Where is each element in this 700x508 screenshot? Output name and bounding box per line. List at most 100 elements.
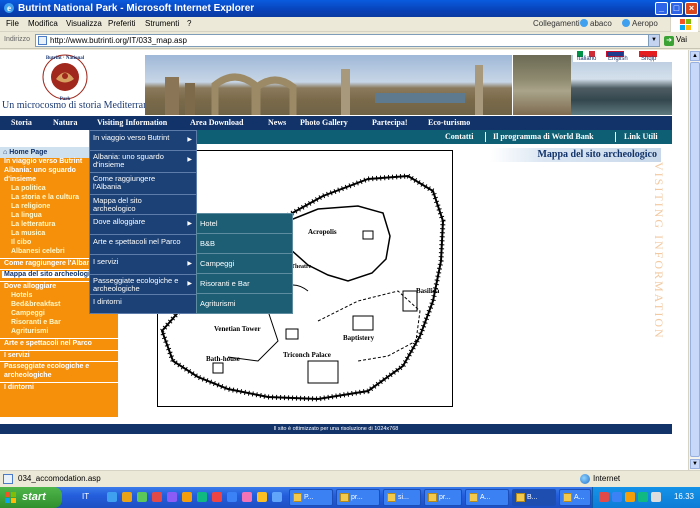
vertical-scrollbar[interactable]: ▲ ▼ bbox=[688, 50, 700, 470]
lang-english[interactable]: English bbox=[608, 56, 628, 62]
left-menu-item[interactable]: Risoranti e Bar bbox=[11, 319, 61, 326]
left-menu-item[interactable]: La lingua bbox=[11, 212, 42, 219]
dropdown-item[interactable]: Arte e spettacoli nel Parco bbox=[90, 235, 196, 255]
quicklaunch-app-icon[interactable] bbox=[227, 492, 237, 502]
left-menu-item[interactable]: La storia e la cultura bbox=[11, 194, 79, 201]
quicklaunch-app-icon[interactable] bbox=[152, 492, 162, 502]
left-menu-item[interactable]: archeologiche bbox=[4, 372, 51, 379]
left-menu-item[interactable]: Il cibo bbox=[11, 239, 31, 246]
left-menu-item[interactable]: Arte e spettacoli nel Parco bbox=[4, 340, 92, 347]
dropdown-item-label: In viaggio verso Butrint bbox=[93, 133, 170, 142]
tray-icon[interactable] bbox=[651, 492, 661, 502]
submenu-item[interactable]: Campeggi bbox=[197, 254, 292, 274]
taskbar-button[interactable]: A... bbox=[465, 489, 509, 506]
submenu-item[interactable]: B&B bbox=[197, 234, 292, 254]
task-app-icon bbox=[516, 493, 525, 502]
quicklaunch-app-icon[interactable] bbox=[242, 492, 252, 502]
address-input[interactable]: http://www.butrinti.org/IT/033_map.asp ▼ bbox=[35, 34, 660, 47]
dropdown-item[interactable]: Come raggiungere l'Albania bbox=[90, 173, 196, 195]
left-menu-item[interactable]: La politica bbox=[11, 185, 46, 192]
submenu-item[interactable]: Agriturismi bbox=[197, 294, 292, 314]
dropdown-item[interactable]: Dove alloggiare ▶ bbox=[90, 215, 196, 235]
quicklaunch-app-icon[interactable] bbox=[137, 492, 147, 502]
left-menu-item[interactable]: Albanesi celebri bbox=[11, 248, 65, 255]
scroll-up-button[interactable]: ▲ bbox=[690, 51, 700, 61]
scroll-thumb[interactable] bbox=[690, 62, 700, 457]
quicklaunch-folder-icon[interactable] bbox=[122, 492, 132, 502]
maximize-button[interactable]: □ bbox=[670, 2, 683, 15]
submenu-item[interactable]: Risoranti e Bar bbox=[197, 274, 292, 294]
taskbar-button[interactable]: pr... bbox=[336, 489, 380, 506]
link-aeropo[interactable]: Aeropo bbox=[622, 19, 658, 28]
lang-italiano[interactable]: Italiano bbox=[577, 56, 596, 62]
menu-modifica[interactable]: Modifica bbox=[28, 19, 58, 28]
language-indicator[interactable]: IT bbox=[82, 492, 89, 501]
tray-icon[interactable] bbox=[599, 492, 609, 502]
tray-icon[interactable] bbox=[638, 492, 648, 502]
left-menu-item[interactable]: Albania: uno sguardo bbox=[4, 167, 76, 174]
left-menu-item[interactable]: La musica bbox=[11, 230, 45, 237]
left-menu-item[interactable]: Dove alloggiare bbox=[4, 283, 56, 290]
left-menu-item[interactable]: Bed&breakfast bbox=[11, 301, 60, 308]
dropdown-item[interactable]: Passeggiate ecologiche e archeologiche ▶ bbox=[90, 275, 196, 295]
nav-link-utili[interactable]: Link Utili bbox=[624, 132, 658, 141]
quicklaunch-ie-icon[interactable] bbox=[107, 492, 117, 502]
nav-storia[interactable]: Storia bbox=[11, 118, 32, 127]
left-menu-item[interactable]: La letteratura bbox=[11, 221, 55, 228]
nav-world-bank[interactable]: Il programma di World Bank bbox=[493, 132, 594, 141]
left-menu-item[interactable]: La religione bbox=[11, 203, 50, 210]
taskbar-button[interactable]: B... bbox=[512, 489, 556, 506]
lang-shqip[interactable]: Shqip bbox=[641, 56, 656, 62]
left-menu-item[interactable]: Agriturismi bbox=[11, 328, 48, 335]
nav-area-download[interactable]: Area Download bbox=[190, 118, 243, 127]
minimize-button[interactable]: _ bbox=[655, 2, 668, 15]
left-menu-item[interactable]: In viaggio verso Butrint bbox=[4, 158, 82, 165]
left-menu-item[interactable]: d'insieme bbox=[4, 176, 36, 183]
quicklaunch-app-icon[interactable] bbox=[257, 492, 267, 502]
left-menu-item[interactable]: Campeggi bbox=[11, 310, 45, 317]
taskbar-button[interactable]: A... bbox=[559, 489, 591, 506]
dropdown-item[interactable]: In viaggio verso Butrint ▶ bbox=[90, 131, 196, 151]
nav-news[interactable]: News bbox=[268, 118, 286, 127]
submenu-item[interactable]: Hotel bbox=[197, 214, 292, 234]
tray-icon[interactable] bbox=[612, 492, 622, 502]
task-label: si... bbox=[398, 494, 409, 501]
menu-strumenti[interactable]: Strumenti bbox=[145, 19, 179, 28]
address-dropdown-button[interactable]: ▼ bbox=[648, 35, 659, 46]
nav-eco-turismo[interactable]: Eco-turismo bbox=[428, 118, 470, 127]
menu-visualizza[interactable]: Visualizza bbox=[66, 19, 102, 28]
close-button[interactable]: × bbox=[685, 2, 698, 15]
nav-contatti[interactable]: Contatti bbox=[445, 132, 473, 141]
primary-nav: Storia Natura Visiting Information Area … bbox=[0, 116, 672, 130]
nav-partecipa[interactable]: Partecipa! bbox=[372, 118, 408, 127]
nav-visiting-information[interactable]: Visiting Information bbox=[97, 118, 167, 127]
menu-preferiti[interactable]: Preferiti bbox=[108, 19, 136, 28]
start-button[interactable]: start bbox=[0, 487, 62, 508]
title-bar[interactable]: e Butrint National Park - Microsoft Inte… bbox=[0, 0, 700, 17]
left-menu-item[interactable]: I dintorni bbox=[4, 384, 34, 391]
go-button[interactable]: ➜ Vai bbox=[664, 35, 687, 46]
quicklaunch-app-icon[interactable] bbox=[167, 492, 177, 502]
quicklaunch-app-icon[interactable] bbox=[212, 492, 222, 502]
quicklaunch-app-icon[interactable] bbox=[197, 492, 207, 502]
menu-help[interactable]: ? bbox=[187, 19, 191, 28]
dropdown-item[interactable]: I dintorni bbox=[90, 295, 196, 314]
tray-icon[interactable] bbox=[625, 492, 635, 502]
quicklaunch-app-icon[interactable] bbox=[272, 492, 282, 502]
left-menu-item[interactable]: Come raggiungere l'Albania bbox=[4, 260, 97, 267]
link-abaco[interactable]: abaco bbox=[580, 19, 612, 28]
nav-photo-gallery[interactable]: Photo Gallery bbox=[300, 118, 348, 127]
menu-file[interactable]: File bbox=[6, 19, 19, 28]
left-menu-item[interactable]: Hotels bbox=[11, 292, 32, 299]
dropdown-item[interactable]: Albania: uno sguardo d'insieme ▶ bbox=[90, 151, 196, 173]
left-menu-item[interactable]: Passeggiate ecologiche e bbox=[4, 363, 89, 370]
nav-natura[interactable]: Natura bbox=[53, 118, 77, 127]
quicklaunch-app-icon[interactable] bbox=[182, 492, 192, 502]
scroll-down-button[interactable]: ▼ bbox=[690, 459, 700, 469]
taskbar-button[interactable]: pr... bbox=[424, 489, 462, 506]
taskbar-button[interactable]: si... bbox=[383, 489, 421, 506]
left-menu-item[interactable]: I servizi bbox=[4, 352, 30, 359]
dropdown-item[interactable]: Mappa del sito archeologico bbox=[90, 195, 196, 215]
taskbar-button[interactable]: P... bbox=[289, 489, 333, 506]
dropdown-item[interactable]: I servizi ▶ bbox=[90, 255, 196, 275]
